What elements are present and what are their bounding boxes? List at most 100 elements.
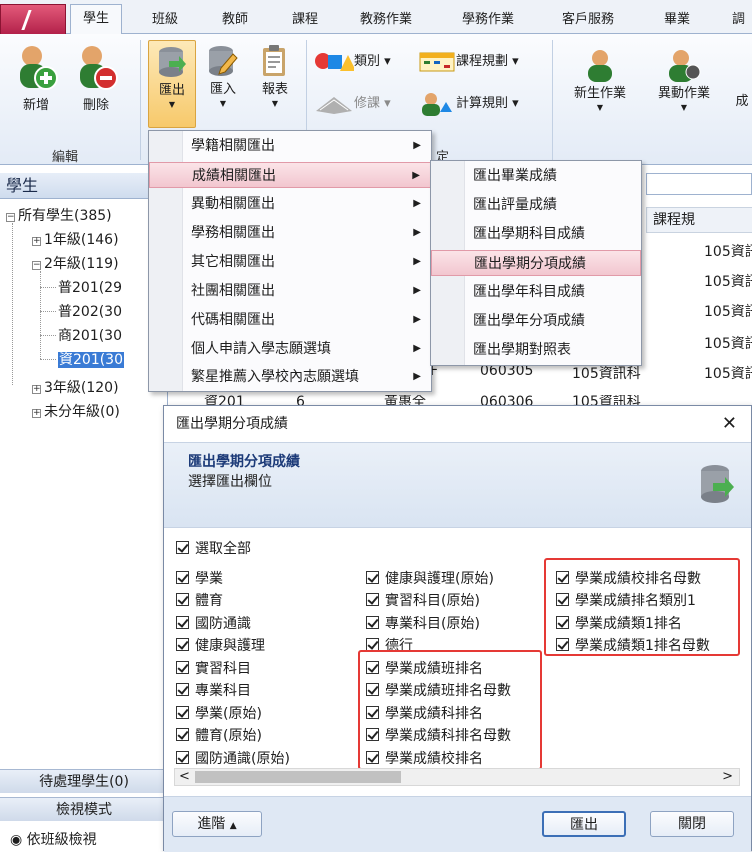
menu-item-other-export[interactable]: 其它相關匯出 ▶ xyxy=(149,249,431,275)
field-checkbox[interactable]: 專業科目 xyxy=(176,680,251,700)
expand-icon[interactable]: + xyxy=(32,237,41,246)
tab-academic-affairs[interactable]: 教務作業 xyxy=(360,8,412,32)
tree-node-class[interactable]: 商201(30 xyxy=(58,325,122,345)
expand-icon[interactable]: + xyxy=(32,409,41,418)
field-checkbox[interactable]: 健康與護理(原始) xyxy=(366,568,494,588)
field-checkbox[interactable]: 國防通識(原始) xyxy=(176,748,290,768)
collapse-icon[interactable]: − xyxy=(6,213,15,222)
tree-node-unassigned[interactable]: + 未分年級(0) xyxy=(32,401,120,421)
dropdown-arrow-icon: ▼ xyxy=(219,99,227,108)
tree-line xyxy=(40,311,56,312)
tree-node-grade-2[interactable]: −2年級(119) xyxy=(32,253,119,273)
menu-item-export-year-subject-grades[interactable]: 匯出學年科目成績 xyxy=(431,279,641,305)
scrollbar-thumb[interactable] xyxy=(195,771,401,783)
field-checkbox[interactable]: 學業(原始) xyxy=(176,703,262,723)
tree-node-class[interactable]: 普202(30 xyxy=(58,301,122,321)
checkbox-checked-icon xyxy=(176,706,189,719)
menu-item-export-assessment-grades[interactable]: 匯出評量成績 xyxy=(431,192,641,218)
checkbox-label: 實習科目 xyxy=(195,661,251,677)
tree-node-grade-1[interactable]: +1年級(146) xyxy=(32,229,119,249)
field-checkbox[interactable]: 學業 xyxy=(176,568,223,588)
tab-truncated[interactable]: 調 xyxy=(732,8,745,32)
export-button[interactable]: 匯出 ▼ xyxy=(148,40,196,128)
menu-item-grades-export[interactable]: 成績相關匯出 ▶ xyxy=(149,162,431,188)
close-button[interactable]: 關閉 xyxy=(650,811,734,837)
tree-node-class-selected[interactable]: 資201(30 xyxy=(58,349,124,369)
advanced-button[interactable]: 進階 ▲ xyxy=(172,811,262,837)
tab-teachers[interactable]: 教師 xyxy=(222,8,248,32)
import-button[interactable]: 匯入 ▼ xyxy=(200,44,246,108)
menu-item-export-semester-category-grades[interactable]: 匯出學期分項成績 xyxy=(431,250,641,276)
database-export-icon xyxy=(701,465,734,503)
new-student-button[interactable]: 新生作業 ▼ xyxy=(562,48,638,112)
field-checkbox[interactable]: 健康與護理 xyxy=(176,635,265,655)
field-checkbox[interactable]: 實習科目(原始) xyxy=(366,590,480,610)
checkbox-label: 國防通識 xyxy=(195,616,251,632)
ribbon-separator xyxy=(140,40,141,160)
scroll-left-icon[interactable]: < xyxy=(179,769,190,785)
checkbox-label: 選取全部 xyxy=(195,541,251,557)
tree-node-class[interactable]: 普201(29 xyxy=(58,277,122,297)
field-checkbox[interactable]: 體育(原始) xyxy=(176,725,262,745)
expand-icon[interactable]: + xyxy=(32,385,41,394)
grid-cell: 105資訊 xyxy=(704,274,752,290)
menu-item-export-semester-subject-grades[interactable]: 匯出學期科目成績 xyxy=(431,221,641,247)
tree-node-label: 1年級(146) xyxy=(44,232,119,248)
transfer-button[interactable]: 異動作業 ▼ xyxy=(646,48,722,112)
field-checkbox[interactable]: 體育 xyxy=(176,590,223,610)
scroll-right-icon[interactable]: > xyxy=(722,769,733,785)
menu-item-export-semester-mapping[interactable]: 匯出學期對照表 xyxy=(431,337,641,363)
menu-item-star-recommendation[interactable]: 繁星推薦入學校內志願選填 ▶ xyxy=(149,364,431,390)
tab-classes[interactable]: 班級 xyxy=(152,8,178,32)
transfer-label: 異動作業 xyxy=(657,86,710,101)
tree-node-all-students[interactable]: − 所有學生(385) xyxy=(6,205,112,225)
tab-graduation[interactable]: 畢業 xyxy=(664,8,690,32)
menu-item-export-graduation-grades[interactable]: 匯出畢業成績 xyxy=(431,163,641,189)
select-all-checkbox[interactable]: 選取全部 xyxy=(176,538,251,558)
menu-item-student-affairs-export[interactable]: 學務相關匯出 ▶ xyxy=(149,220,431,246)
delete-student-button[interactable]: 刪除 xyxy=(70,42,122,113)
add-student-button[interactable]: 新增 xyxy=(10,42,62,113)
submenu-arrow-icon: ▶ xyxy=(413,198,421,209)
application-menu-button[interactable] xyxy=(0,4,66,34)
report-label: 報表 xyxy=(261,82,288,97)
dialog-header: 匯出學期分項成績 選擇匯出欄位 xyxy=(164,442,751,528)
tab-customer-service[interactable]: 客戶服務 xyxy=(562,8,614,32)
retake-button[interactable]: 修課 ▾ xyxy=(314,90,391,118)
checkbox-checked-icon xyxy=(176,683,189,696)
menu-item-export-year-category-grades[interactable]: 匯出學年分項成績 xyxy=(431,308,641,334)
view-by-class-radio[interactable]: ◉ 依班級檢視 xyxy=(10,829,97,849)
submenu-arrow-icon: ▶ xyxy=(413,140,421,151)
tab-courses[interactable]: 課程 xyxy=(292,8,318,32)
dialog-title: 匯出學期分項成績 xyxy=(164,406,751,442)
pending-students-bar[interactable]: 待處理學生(0) xyxy=(0,769,168,793)
search-input[interactable] xyxy=(646,173,752,195)
menu-item-code-export[interactable]: 代碼相關匯出 ▶ xyxy=(149,307,431,333)
dropdown-arrow-icon: ▼ xyxy=(168,100,176,109)
tree-node-grade-3[interactable]: +3年級(120) xyxy=(32,377,119,397)
field-checkbox[interactable]: 實習科目 xyxy=(176,658,251,678)
menu-item-personal-application[interactable]: 個人申請入學志願選填 ▶ xyxy=(149,336,431,362)
export-confirm-button[interactable]: 匯出 xyxy=(542,811,626,837)
collapse-icon[interactable]: − xyxy=(32,261,41,270)
menu-item-transfer-export[interactable]: 異動相關匯出 ▶ xyxy=(149,191,431,217)
close-icon[interactable]: ✕ xyxy=(722,406,737,442)
grid-column-header[interactable]: 課程規 xyxy=(646,207,752,233)
tree-line xyxy=(40,271,41,359)
report-button[interactable]: 報表 ▼ xyxy=(252,44,298,108)
field-checkbox[interactable]: 國防通識 xyxy=(176,613,251,633)
tab-students[interactable]: 學生 xyxy=(70,4,123,35)
category-button[interactable]: 類別 ▾ xyxy=(314,48,391,76)
menu-item-enrollment-export[interactable]: 學籍相關匯出 ▶ xyxy=(149,133,431,159)
dropdown-arrow-icon: ▼ xyxy=(271,99,279,108)
calc-rule-button[interactable]: 計算規則 ▾ xyxy=(418,90,519,118)
menu-item-club-export[interactable]: 社團相關匯出 ▶ xyxy=(149,278,431,304)
user-scale-icon xyxy=(422,92,452,116)
tab-student-affairs[interactable]: 學務作業 xyxy=(462,8,514,32)
view-mode-bar[interactable]: 檢視模式 xyxy=(0,797,168,821)
truncated-button[interactable]: 成 xyxy=(732,90,752,109)
horizontal-scrollbar[interactable]: < > xyxy=(174,768,740,786)
course-plan-button[interactable]: 課程規劃 ▾ xyxy=(418,48,519,76)
field-checkbox[interactable]: 專業科目(原始) xyxy=(366,613,480,633)
checkbox-checked-icon xyxy=(176,593,189,606)
